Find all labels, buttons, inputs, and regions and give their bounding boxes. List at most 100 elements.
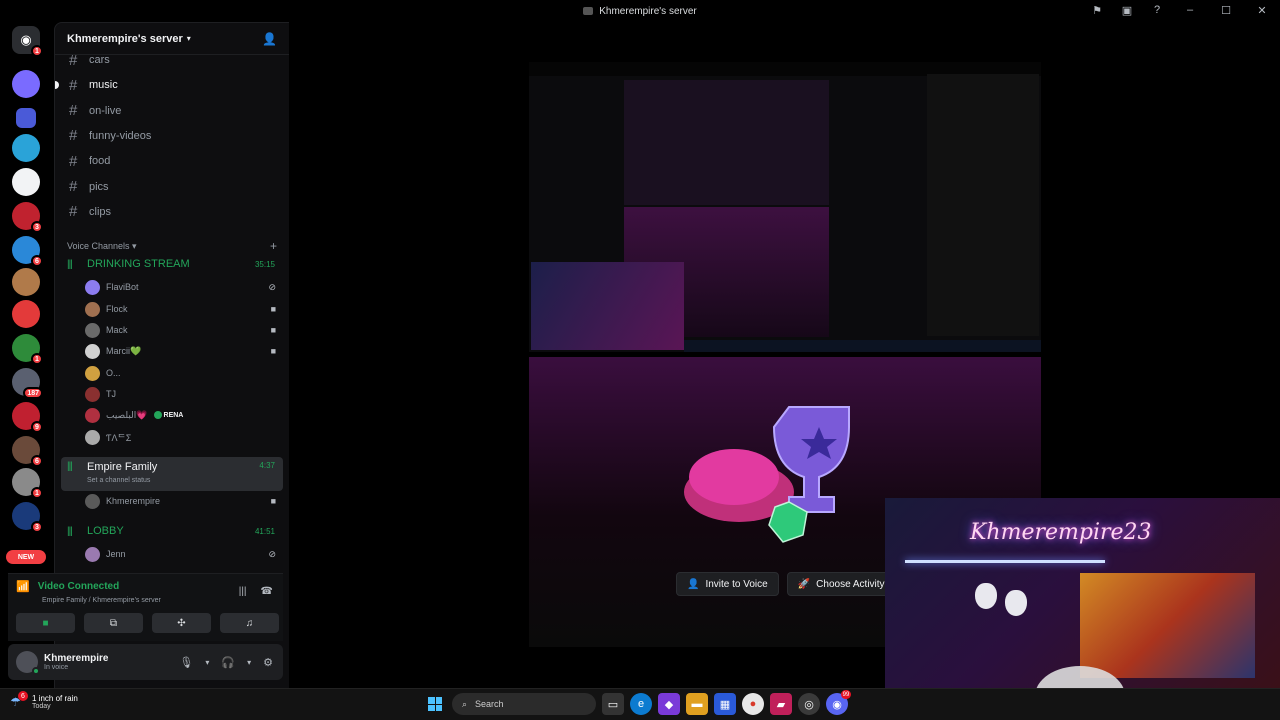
activity-button[interactable]: ✣ — [152, 613, 211, 633]
discord-taskbar-icon[interactable]: ◉ 99 — [826, 690, 851, 715]
webcam-tile[interactable]: Khmerempire23 — [885, 498, 1280, 688]
weather-widget[interactable]: ☂ 6 1 inch of rain Today — [10, 691, 78, 710]
voice-user[interactable]: O... — [85, 363, 280, 383]
server-icon[interactable]: 3 — [12, 202, 43, 233]
obs-icon[interactable]: ◎ — [798, 693, 820, 715]
server-icon[interactable]: 6 — [12, 436, 43, 467]
voice-channel[interactable]: ||| DRINKING STREAM 35:15 — [61, 254, 283, 274]
office-icon[interactable]: ◆ — [658, 693, 680, 715]
add-member-icon[interactable]: 👤 — [262, 32, 277, 46]
noise-suppression-icon[interactable]: ||| — [239, 586, 247, 597]
voice-channel[interactable]: ||| Empire Family 4:37 Set a channel status — [61, 457, 283, 491]
channel-label: clips — [89, 205, 112, 218]
soundboard-button[interactable]: ♫ — [220, 613, 279, 633]
server-icon[interactable]: 1 — [12, 334, 43, 365]
camera-button[interactable]: ■ — [16, 613, 75, 633]
help-icon[interactable]: ? — [1150, 3, 1164, 17]
channel-on-live[interactable]: # on-live — [61, 100, 283, 122]
invite-to-voice-button[interactable]: 👤 Invite to Voice — [676, 572, 779, 596]
minimize-button[interactable]: – — [1180, 4, 1200, 16]
taskbar-search[interactable]: ⌕ Search — [452, 693, 596, 715]
activity-icon: ✣ — [177, 617, 186, 629]
screen-share-nested — [624, 80, 829, 205]
search-icon: ⌕ — [462, 698, 468, 709]
file-explorer-icon[interactable]: ▬ — [686, 693, 708, 715]
choose-activity-button[interactable]: 🚀 Choose Activity — [786, 572, 896, 596]
add-channel-icon[interactable]: + — [270, 239, 277, 253]
channel-funny-videos[interactable]: # funny-videos — [61, 125, 283, 147]
server-icon[interactable] — [16, 108, 36, 128]
gear-icon[interactable]: ⚙ — [263, 656, 273, 669]
task-view-icon[interactable]: ▭ — [602, 693, 624, 715]
microphone-icon[interactable]: 🎙 — [179, 656, 193, 669]
voice-channels-header[interactable]: Voice Channels ▾ + — [67, 239, 277, 253]
server-icon[interactable]: 1 — [12, 468, 43, 499]
wall-poster — [1080, 573, 1255, 678]
user-controls: 🎙 ▾ 🎧 ▾ ⚙ — [179, 656, 273, 669]
screen-share-button[interactable]: ⧉ — [84, 613, 143, 633]
voice-controls: ||| ☎ — [239, 586, 273, 597]
channel-pics[interactable]: # pics — [61, 176, 283, 198]
voice-user[interactable]: Marcii💚 ■ — [85, 341, 280, 361]
disconnect-icon[interactable]: ☎ — [261, 586, 273, 597]
store-icon[interactable]: ▦ — [714, 693, 736, 715]
start-button[interactable] — [424, 693, 446, 715]
signal-icon[interactable]: 📶 — [16, 580, 30, 593]
server-icon[interactable]: 187 — [12, 368, 43, 399]
voice-user[interactable]: Mack ■ — [85, 320, 280, 340]
edge-icon[interactable]: e — [630, 693, 652, 715]
hash-icon: # — [69, 102, 78, 120]
avatar — [85, 429, 100, 445]
voice-user[interactable]: Khmerempire ■ — [85, 491, 280, 511]
screen-share-taskbar — [684, 340, 1041, 352]
server-icon[interactable] — [12, 300, 40, 328]
guild-name: Khmerempire's server — [67, 32, 183, 45]
server-icon[interactable] — [12, 134, 40, 162]
voice-user-name: TJ — [106, 389, 116, 399]
home-badge: 1 — [31, 45, 43, 57]
title-bar-controls: ⚑ ▣ ? – ☐ ✕ — [1090, 3, 1272, 17]
chevron-down-icon[interactable]: ▾ — [205, 658, 209, 667]
os-taskbar: ☂ 6 1 inch of rain Today ⌕ Search ▭ e ◆ ▬… — [0, 688, 1280, 720]
server-icon[interactable] — [12, 268, 40, 296]
inbox-icon[interactable]: ▣ — [1120, 3, 1134, 17]
voice-status-subtitle[interactable]: Empire Family / Khmerempire's server — [42, 597, 161, 604]
flag-icon[interactable]: ⚑ — [1090, 3, 1104, 17]
channel-clips[interactable]: # clips — [61, 201, 283, 223]
server-icon[interactable] — [12, 168, 40, 196]
channel-cars[interactable]: # cars — [61, 49, 283, 71]
server-icon[interactable]: 9 — [12, 402, 43, 433]
voice-status-title[interactable]: Video Connected — [38, 581, 120, 592]
voice-user[interactable]: Flock ■ — [85, 299, 280, 319]
channel-food[interactable]: # food — [61, 150, 283, 172]
deafened-icon: ⊘ — [268, 548, 276, 559]
chevron-down-icon[interactable]: ▾ — [247, 658, 251, 667]
weather-badge: 6 — [18, 691, 28, 701]
voice-user[interactable]: TJ — [85, 384, 280, 404]
home-button[interactable]: ◉ 1 — [12, 26, 43, 57]
screen-share-sidebar — [927, 74, 1039, 336]
voice-user[interactable]: ƬΛᄃΣ — [85, 427, 280, 447]
maximize-button[interactable]: ☐ — [1216, 4, 1236, 17]
voice-channel[interactable]: ||| LOBBY 41:51 — [61, 521, 283, 541]
title-bar: Khmerempire's server ⚑ ▣ ? – ☐ ✕ — [0, 0, 1280, 22]
avatar — [85, 546, 100, 562]
app-icon[interactable]: ▰ — [770, 693, 792, 715]
voice-connected-panel: 📶 Video Connected Empire Family / Khmere… — [8, 573, 283, 641]
server-icon[interactable] — [12, 70, 40, 98]
voice-user[interactable]: FlaviBot ⊘ — [85, 277, 280, 297]
voice-status-row: 📶 Video Connected — [16, 580, 119, 593]
server-icon[interactable]: 6 — [12, 236, 43, 267]
headphones-icon[interactable]: 🎧 — [221, 656, 235, 669]
user-info[interactable]: Khmerempire In voice — [38, 653, 108, 671]
avatar[interactable] — [16, 651, 40, 675]
voice-user[interactable]: Jenn ⊘ — [85, 544, 280, 564]
avatar — [85, 279, 100, 295]
close-button[interactable]: ✕ — [1252, 4, 1272, 17]
channel-music[interactable]: # music — [55, 74, 283, 96]
chrome-icon[interactable]: ● — [742, 693, 764, 715]
server-icon[interactable]: 3 — [12, 502, 43, 533]
screen-share-tile[interactable] — [529, 62, 1041, 352]
channel-status[interactable]: Set a channel status — [87, 477, 150, 484]
voice-user[interactable]: البلصيب💗 RENA — [85, 405, 280, 425]
